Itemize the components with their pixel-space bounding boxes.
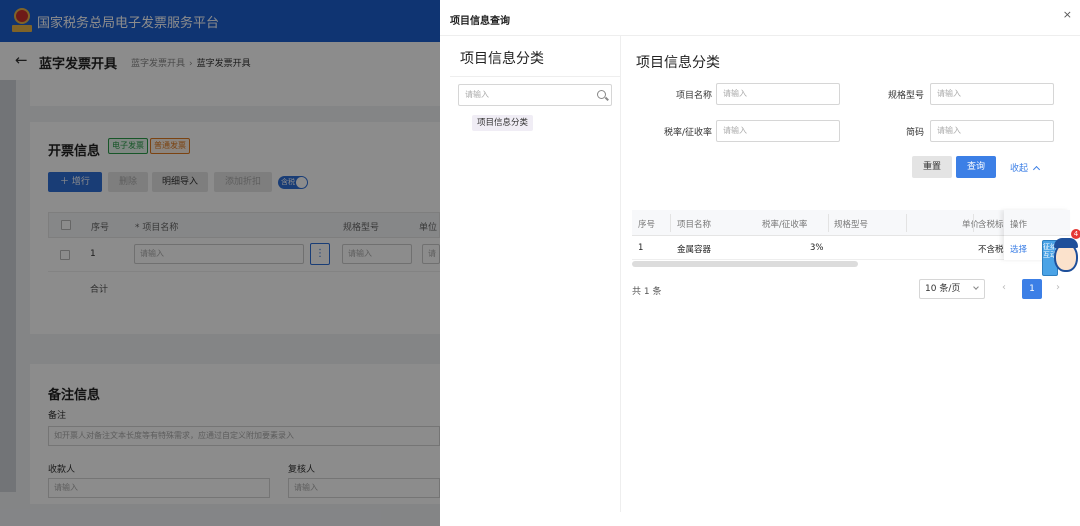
spec-model-label: 规格型号 — [887, 91, 924, 101]
prev-page-icon[interactable]: ‹ — [1002, 282, 1006, 293]
horizontal-scrollbar[interactable] — [632, 261, 858, 267]
assistant-widget[interactable]: 征纳互动 4 — [1038, 229, 1080, 280]
chevron-down-icon — [973, 284, 979, 290]
search-icon[interactable] — [597, 90, 606, 99]
cell-index: 1 — [638, 243, 644, 253]
query-short-code-input[interactable]: 请输入 — [930, 120, 1054, 142]
next-page-icon[interactable]: › — [1056, 282, 1060, 293]
th-unit-price: 单价 — [962, 220, 980, 230]
page-size-select[interactable]: 10 条/页 — [919, 279, 985, 299]
category-tree-node[interactable]: 项目信息分类 — [472, 115, 534, 131]
column-divider — [906, 214, 907, 232]
query-button[interactable]: 查询 — [956, 156, 996, 178]
query-item-name-input[interactable]: 请输入 — [716, 83, 840, 105]
column-divider — [670, 214, 671, 232]
cell-tax-rate: 3% — [810, 243, 824, 253]
notification-badge: 4 — [1071, 229, 1080, 239]
tax-rate-label: 税率/征收率 — [663, 128, 712, 138]
page-number-current[interactable]: 1 — [1022, 279, 1042, 299]
column-divider — [828, 214, 829, 232]
column-divider — [973, 214, 974, 232]
chevron-up-icon — [1032, 165, 1041, 174]
category-divider — [450, 76, 620, 77]
reset-button[interactable]: 重置 — [912, 156, 952, 178]
assistant-avatar-icon — [1054, 238, 1078, 272]
cell-item-name: 金属容器 — [677, 245, 712, 255]
short-code-label: 简码 — [905, 128, 924, 138]
th-action: 操作 — [1010, 220, 1028, 230]
drawer-header: 项目信息查询 × — [440, 0, 1080, 36]
th-item-name: 项目名称 — [677, 220, 712, 230]
th-tax-rate: 税率/征收率 — [762, 220, 808, 230]
query-pane-title: 项目信息分类 — [636, 55, 720, 71]
close-icon[interactable]: × — [1063, 8, 1072, 21]
query-tax-rate-input[interactable]: 请输入 — [716, 120, 840, 142]
page-size-value: 10 条/页 — [925, 284, 961, 294]
category-search-input[interactable]: 请输入 — [458, 84, 612, 106]
th-tax-included: 含税标 — [978, 220, 1004, 230]
category-pane: 项目信息分类 请输入 项目信息分类 — [450, 36, 621, 512]
th-index: 序号 — [638, 220, 656, 230]
item-info-query-drawer: 项目信息查询 × 项目信息分类 请输入 项目信息分类 项目信息分类 项目名称 请… — [440, 0, 1080, 526]
drawer-title: 项目信息查询 — [450, 16, 510, 27]
query-spec-model-input[interactable]: 请输入 — [930, 83, 1054, 105]
query-pane: 项目信息分类 项目名称 请输入 规格型号 请输入 税率/征收率 请输入 简码 请… — [622, 36, 1080, 512]
item-name-label: 项目名称 — [675, 91, 712, 101]
collapse-button[interactable]: 收起 — [1010, 161, 1041, 174]
th-spec-model: 规格型号 — [834, 220, 869, 230]
collapse-label: 收起 — [1010, 164, 1029, 174]
pagination-total: 共 1 条 — [632, 287, 662, 297]
result-table: 序号 项目名称 税率/征收率 规格型号 单价 含税标 1 金属容器 3% 不含税 — [632, 210, 1070, 260]
category-pane-title: 项目信息分类 — [460, 51, 544, 67]
category-search-placeholder: 请输入 — [465, 90, 489, 99]
cell-tax-included: 不含税 — [978, 245, 1004, 255]
select-link[interactable]: 选择 — [1010, 243, 1027, 255]
